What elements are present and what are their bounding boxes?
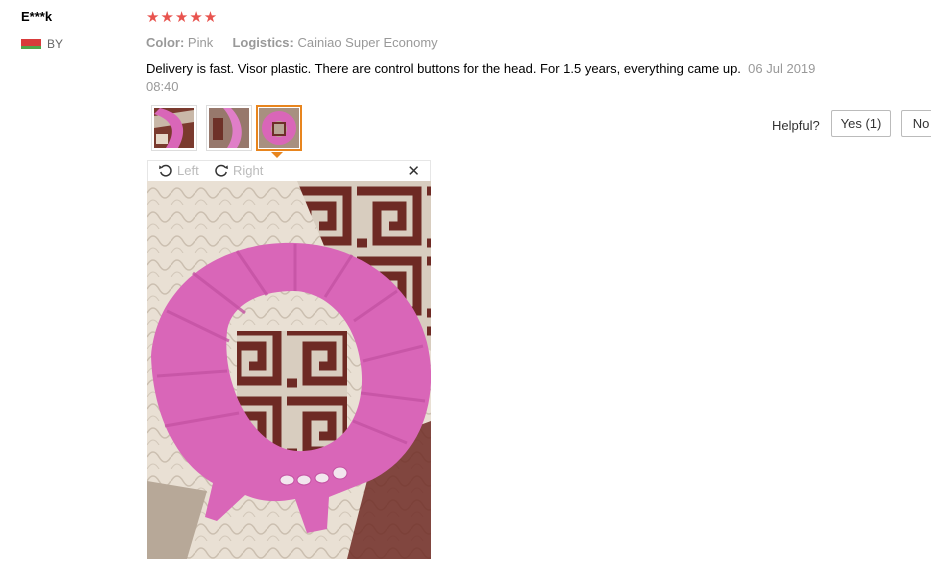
review-body: Delivery is fast. Visor plastic. There a…	[146, 60, 846, 96]
logistics-value: Cainiao Super Economy	[297, 35, 438, 50]
flag-icon	[21, 39, 41, 49]
thumbnail-photo	[209, 108, 249, 148]
visor-photo	[147, 181, 431, 559]
rotate-right-button[interactable]: Right	[214, 163, 263, 178]
image-viewer-toolbar: Left Right ✕	[147, 160, 431, 181]
thumbnail-photo	[154, 108, 194, 148]
thumbnail-photo	[259, 108, 299, 148]
selected-thumbnail-caret	[271, 152, 283, 158]
color-label: Color:	[146, 35, 185, 50]
rotate-left-icon	[159, 164, 172, 177]
order-meta: Color: Pink Logistics: Cainiao Super Eco…	[146, 35, 438, 50]
country-code: BY	[47, 37, 64, 51]
rotate-right-icon	[215, 164, 228, 177]
photo-thumbnail-1[interactable]	[151, 105, 197, 151]
helpful-label: Helpful?	[772, 118, 820, 133]
reviewer-country: BY	[21, 37, 63, 51]
rotate-right-label: Right	[233, 163, 264, 178]
helpful-yes-button[interactable]: Yes (1)	[831, 110, 891, 137]
rotate-left-label: Left	[177, 163, 199, 178]
logistics-label: Logistics:	[232, 35, 294, 50]
reviewer-name: E***k	[21, 9, 53, 24]
star-rating: ★★★★★	[146, 9, 219, 26]
helpful-no-button[interactable]: No	[901, 110, 931, 137]
color-value: Pink	[187, 35, 214, 50]
close-icon[interactable]: ✕	[407, 162, 420, 180]
photo-thumbnail-3-selected[interactable]	[256, 105, 302, 151]
photo-thumbnail-2[interactable]	[206, 105, 252, 151]
rotate-left-button[interactable]: Left	[158, 163, 199, 178]
review-photo-large	[147, 181, 431, 559]
review-text: Delivery is fast. Visor plastic. There a…	[146, 61, 741, 76]
